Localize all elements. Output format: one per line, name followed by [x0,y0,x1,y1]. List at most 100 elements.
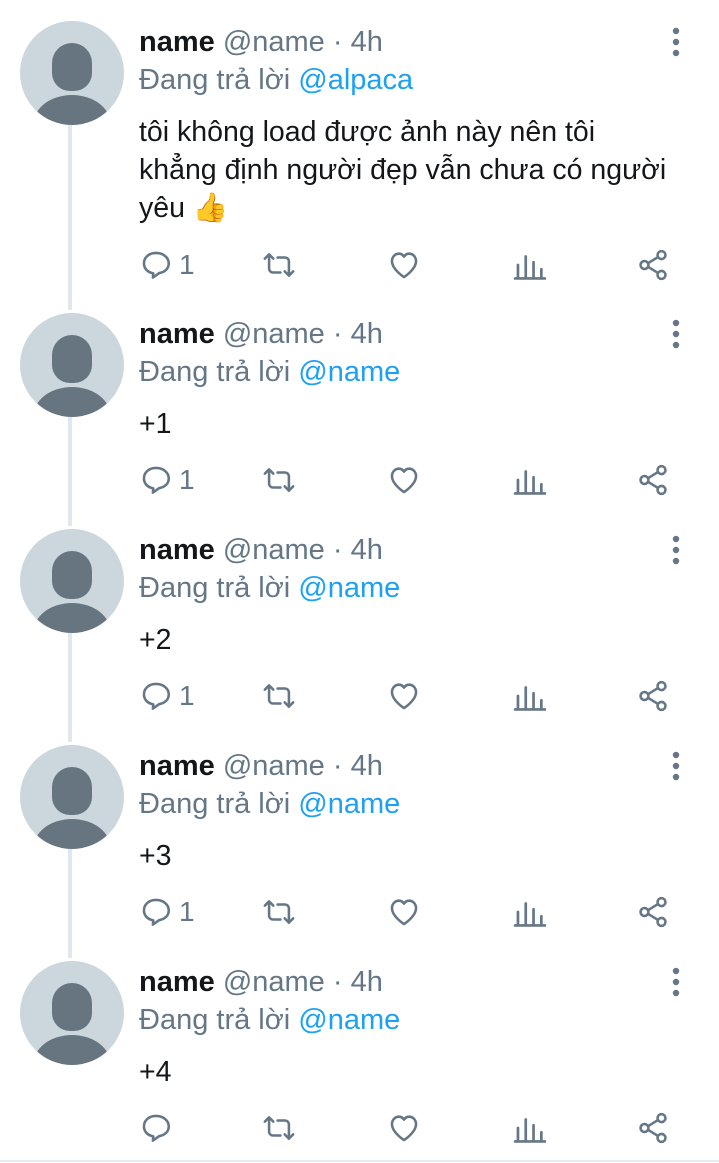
reply-count: 1 [179,249,195,280]
share-icon [639,249,667,281]
reply-count: 1 [179,680,195,711]
reply-icon [142,251,171,279]
tweet[interactable]: name @name · 4h Đang trả lời @name +4 [0,961,719,1161]
share-icon [639,464,667,496]
avatar[interactable] [20,961,124,1065]
more-vertical-icon[interactable] [664,319,688,349]
bottom-divider [0,1160,719,1162]
tweet[interactable]: name @name · 4h Đang trả lời @name +2 1 [0,529,719,729]
timestamp[interactable]: · 4h [333,750,383,782]
tweet-actions [0,1108,719,1148]
like-button[interactable] [387,460,421,500]
mention-link[interactable]: @name [298,788,400,820]
replying-prefix: Đang trả lời [139,356,291,388]
replying-to: Đang trả lời @name [139,787,400,821]
tweet-text: tôi không load được ảnh này nên tôi khẳn… [139,116,667,224]
reply-count: 1 [179,464,195,495]
share-icon [639,1112,667,1144]
reply-icon [142,466,171,494]
reply-button[interactable]: 1 [139,676,195,716]
reply-button[interactable]: 1 [139,460,195,500]
handle[interactable]: @name [223,26,325,58]
analytics-button[interactable] [513,245,547,285]
reply-count: 1 [179,896,195,927]
timestamp[interactable]: · 4h [333,26,383,58]
display-name[interactable]: name [139,750,215,782]
tweet-text: +2 [139,624,172,656]
avatar[interactable] [20,529,124,633]
share-button[interactable] [636,245,670,285]
reply-icon [142,1114,171,1142]
analytics-button[interactable] [513,676,547,716]
handle[interactable]: @name [223,534,325,566]
mention-link[interactable]: @name [298,1004,400,1036]
replying-prefix: Đang trả lời [139,572,291,604]
timestamp[interactable]: · 4h [333,318,383,350]
reply-icon [142,682,171,710]
tweet-text: +4 [139,1056,172,1088]
reply-button[interactable]: 1 [139,892,195,932]
replying-to: Đang trả lời @name [139,355,400,389]
handle[interactable]: @name [223,318,325,350]
replying-to: Đang trả lời @name [139,1003,400,1037]
retweet-icon [263,1116,295,1140]
analytics-button[interactable] [513,460,547,500]
tweet-header: name @name · 4h [139,533,383,567]
retweet-button[interactable] [262,892,296,932]
handle[interactable]: @name [223,750,325,782]
like-button[interactable] [387,1108,421,1148]
analytics-button[interactable] [513,892,547,932]
avatar[interactable] [20,745,124,849]
tweet[interactable]: name @name · 4h Đang trả lời @alpaca tôi… [0,21,719,301]
tweet-header: name @name · 4h [139,25,383,59]
timestamp[interactable]: · 4h [333,966,383,998]
mention-link[interactable]: @name [298,356,400,388]
share-button[interactable] [636,676,670,716]
like-button[interactable] [387,892,421,932]
more-vertical-icon[interactable] [664,27,688,57]
tweet-text: +3 [139,840,172,872]
more-vertical-icon[interactable] [664,967,688,997]
share-button[interactable] [636,460,670,500]
display-name[interactable]: name [139,534,215,566]
mention-link[interactable]: @alpaca [298,64,413,96]
retweet-button[interactable] [262,245,296,285]
replying-to: Đang trả lời @alpaca [139,63,413,97]
heart-icon [390,252,418,279]
tweet[interactable]: name @name · 4h Đang trả lời @name +3 1 [0,745,719,945]
reply-button[interactable]: 1 [139,245,195,285]
mention-link[interactable]: @name [298,572,400,604]
display-name[interactable]: name [139,26,215,58]
heart-icon [390,683,418,710]
timestamp[interactable]: · 4h [333,534,383,566]
avatar[interactable] [20,313,124,417]
more-vertical-icon[interactable] [664,751,688,781]
avatar[interactable] [20,21,124,125]
more-vertical-icon[interactable] [664,535,688,565]
like-button[interactable] [387,245,421,285]
analytics-icon [513,686,547,711]
retweet-button[interactable] [262,676,296,716]
display-name[interactable]: name [139,966,215,998]
like-button[interactable] [387,676,421,716]
replying-to: Đang trả lời @name [139,571,400,605]
share-icon [639,680,667,712]
share-button[interactable] [636,1108,670,1148]
handle[interactable]: @name [223,966,325,998]
tweet-actions: 1 [0,892,719,932]
retweet-icon [263,900,295,924]
reply-button[interactable] [139,1108,179,1148]
retweet-icon [263,468,295,492]
tweet-thread: name @name · 4h Đang trả lời @alpaca tôi… [0,0,719,1163]
tweet[interactable]: name @name · 4h Đang trả lời @name +1 1 [0,313,719,513]
share-icon [639,896,667,928]
retweet-button[interactable] [262,1108,296,1148]
tweet-actions: 1 [0,460,719,500]
replying-prefix: Đang trả lời [139,1004,291,1036]
share-button[interactable] [636,892,670,932]
tweet-actions: 1 [0,676,719,716]
display-name[interactable]: name [139,318,215,350]
tweet-header: name @name · 4h [139,965,383,999]
analytics-button[interactable] [513,1108,547,1148]
retweet-button[interactable] [262,460,296,500]
